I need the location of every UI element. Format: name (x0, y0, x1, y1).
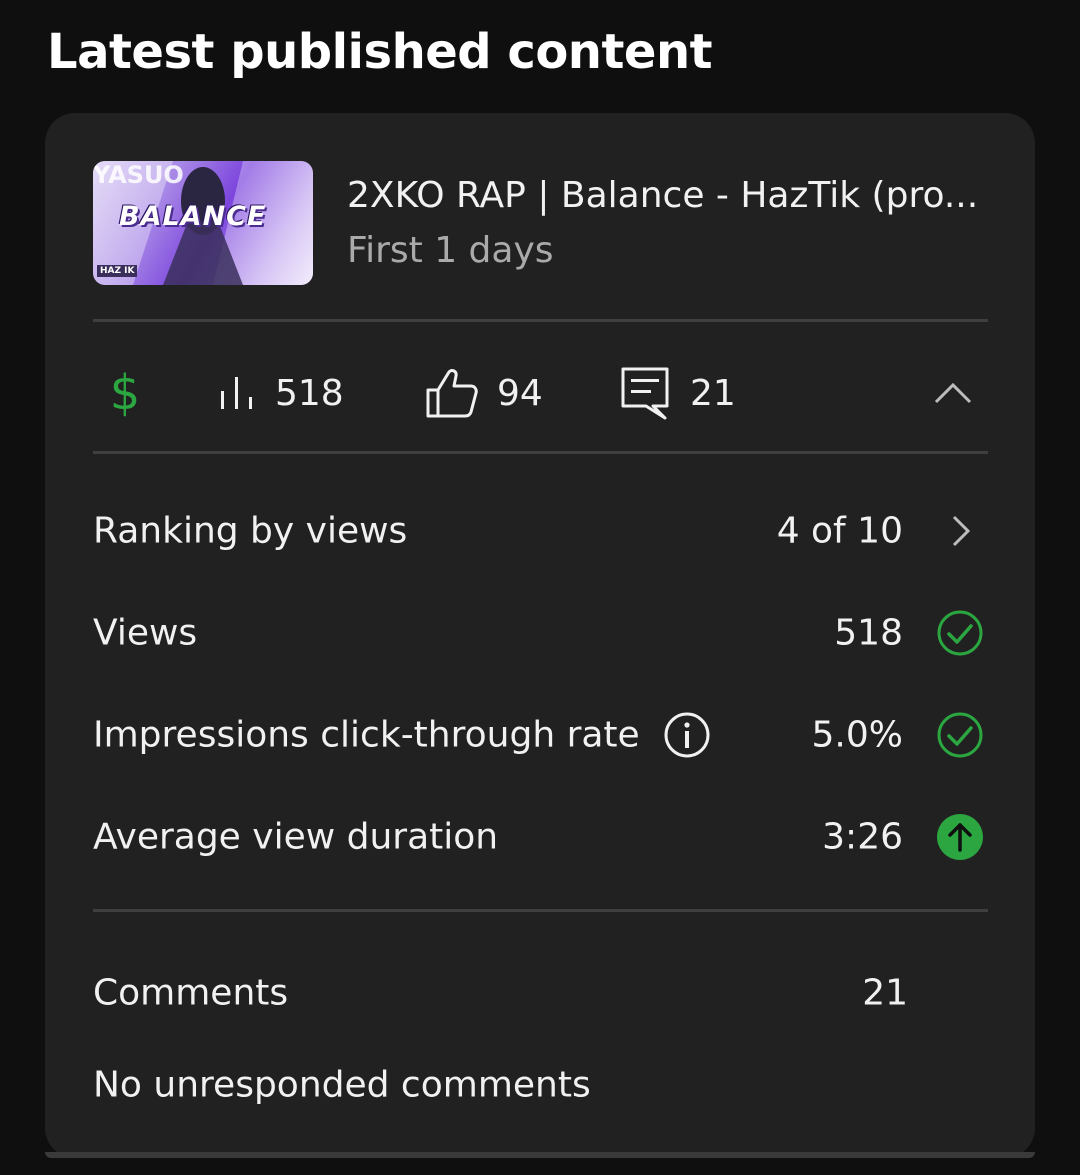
video-subtitle: First 1 days (347, 230, 554, 271)
metric-label: Views (93, 612, 198, 654)
check-circle-icon (937, 610, 983, 656)
likes-count: 94 (497, 372, 543, 414)
likes-stat[interactable]: 94 (425, 363, 543, 423)
info-icon[interactable] (663, 711, 711, 759)
metric-value: 4 of 10 (776, 510, 903, 552)
collapse-button[interactable] (933, 363, 973, 423)
comments-row[interactable]: Comments 21 (93, 963, 988, 1023)
metric-value: 518 (834, 612, 903, 654)
latest-content-card: BALANCE YASUO HAZ IK 2XKO RAP | Balance … (45, 113, 1035, 1158)
thumbnail-title-text: BALANCE (119, 201, 267, 232)
chevron-right-icon (952, 515, 971, 547)
card-bottom-edge (45, 1152, 1035, 1158)
metric-value: 5.0% (811, 714, 903, 756)
video-thumbnail[interactable]: BALANCE YASUO HAZ IK (93, 161, 313, 285)
comments-count: 21 (690, 372, 736, 414)
revenue-stat[interactable]: $ (107, 363, 143, 423)
thumbs-up-icon (426, 369, 478, 418)
avg-view-duration-row: Average view duration 3:26 (93, 807, 988, 867)
metric-value: 3:26 (822, 816, 903, 858)
comments-status: No unresponded comments (93, 1064, 591, 1106)
views-stat[interactable]: 518 (217, 363, 344, 423)
comments-stat[interactable]: 21 (620, 363, 736, 423)
metric-label: Ranking by views (93, 510, 408, 552)
divider (93, 909, 988, 912)
views-row: Views 518 (93, 603, 988, 663)
dollar-icon: $ (110, 365, 141, 421)
chevron-up-icon (934, 382, 972, 404)
divider (93, 451, 988, 454)
arrow-up-circle-icon (937, 814, 983, 860)
divider (93, 319, 988, 322)
comments-status-row: No unresponded comments (93, 1055, 988, 1115)
thumbnail-logo-text: HAZ IK (97, 265, 138, 277)
comments-total: 21 (862, 972, 908, 1014)
ranking-row[interactable]: Ranking by views 4 of 10 (93, 501, 988, 561)
svg-text:$: $ (110, 365, 141, 421)
metric-label: Average view duration (93, 816, 499, 858)
check-circle-icon (937, 712, 983, 758)
thumbnail-corner-text: YASUO (93, 161, 184, 189)
ctr-row: Impressions click-through rate 5.0% (93, 705, 988, 765)
bar-chart-icon (221, 377, 252, 409)
comment-icon (621, 367, 669, 420)
views-count: 518 (275, 372, 344, 414)
metric-label: Impressions click-through rate (93, 714, 640, 756)
comments-label: Comments (93, 972, 289, 1014)
section-title: Latest published content (47, 24, 713, 80)
video-title[interactable]: 2XKO RAP | Balance - HazTik (pro... (347, 175, 978, 216)
